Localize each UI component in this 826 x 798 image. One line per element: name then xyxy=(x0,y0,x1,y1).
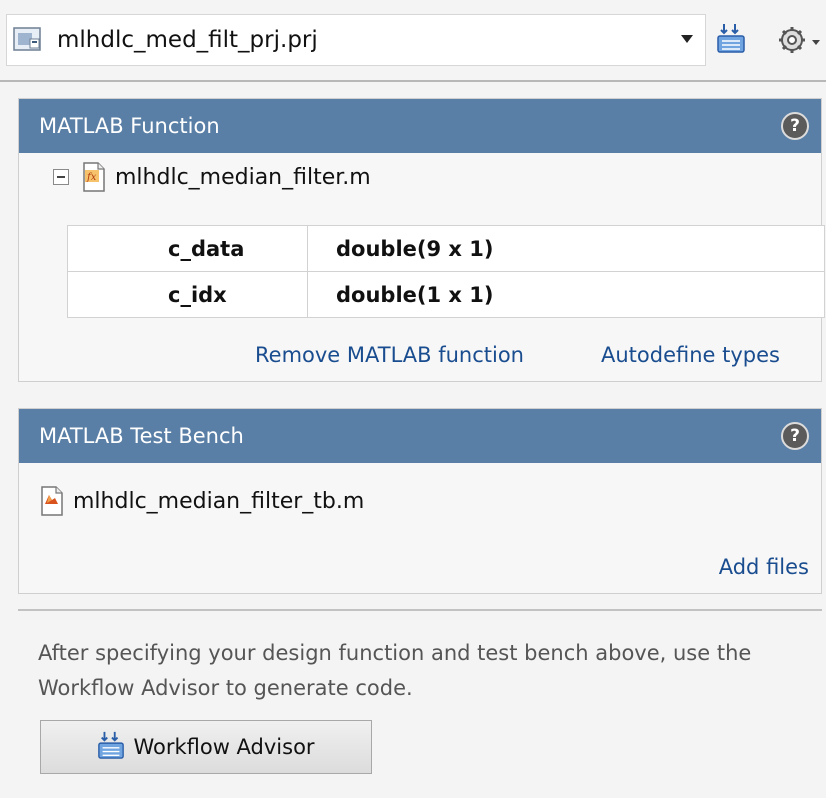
workflow-advisor-toolbar-button[interactable] xyxy=(714,22,748,58)
input-type[interactable]: double(9 x 1) xyxy=(307,225,825,272)
table-row[interactable]: c_idx double(1 x 1) xyxy=(67,271,825,318)
chevron-down-icon[interactable] xyxy=(681,35,693,43)
matlab-function-panel: MATLAB Function ? fx mlhdlc_median_filte… xyxy=(18,98,825,382)
svg-text:fx: fx xyxy=(86,172,97,183)
workflow-advisor-icon xyxy=(716,22,746,58)
divider xyxy=(0,80,826,82)
panel-title: MATLAB Test Bench xyxy=(39,424,244,448)
help-icon[interactable]: ? xyxy=(781,422,809,450)
help-icon[interactable]: ? xyxy=(781,112,809,140)
input-name: c_idx xyxy=(67,271,308,318)
panel-header: MATLAB Function ? xyxy=(19,99,821,153)
collapse-toggle-icon[interactable] xyxy=(53,169,69,185)
matlab-script-file-icon xyxy=(39,486,65,516)
function-file-name: mlhdlc_median_filter.m xyxy=(115,164,371,190)
project-toolbar: mlhdlc_med_filt_prj.prj xyxy=(0,0,826,82)
input-type[interactable]: double(1 x 1) xyxy=(307,271,825,318)
table-row[interactable]: c_data double(9 x 1) xyxy=(67,225,825,272)
panel-title: MATLAB Function xyxy=(39,114,220,138)
add-files-link[interactable]: Add files xyxy=(719,555,809,579)
divider xyxy=(18,609,822,611)
function-file-row[interactable]: fx mlhdlc_median_filter.m xyxy=(19,153,821,201)
workflow-hint-text: After specifying your design function an… xyxy=(38,641,752,700)
test-bench-file-row[interactable]: mlhdlc_median_filter_tb.m xyxy=(19,477,821,525)
chevron-down-icon xyxy=(812,40,820,45)
project-selector[interactable]: mlhdlc_med_filt_prj.prj xyxy=(6,14,706,66)
project-file-icon xyxy=(11,24,45,56)
panel-header: MATLAB Test Bench ? xyxy=(19,409,821,463)
remove-matlab-function-link[interactable]: Remove MATLAB function xyxy=(255,343,524,367)
workflow-advisor-icon xyxy=(97,730,125,764)
workflow-advisor-button[interactable]: Workflow Advisor xyxy=(40,720,372,774)
matlab-function-file-icon: fx xyxy=(81,162,107,192)
settings-button[interactable] xyxy=(774,22,822,58)
autodefine-types-link[interactable]: Autodefine types xyxy=(601,343,780,367)
project-file-name: mlhdlc_med_filt_prj.prj xyxy=(57,27,318,53)
workflow-advisor-label: Workflow Advisor xyxy=(133,735,315,759)
input-types-table: c_data double(9 x 1) c_idx double(1 x 1) xyxy=(67,225,825,318)
matlab-test-bench-panel: MATLAB Test Bench ? mlhdlc_median_filter… xyxy=(18,408,822,594)
gear-icon xyxy=(778,26,806,58)
test-bench-file-name: mlhdlc_median_filter_tb.m xyxy=(73,488,365,514)
input-name: c_data xyxy=(67,225,308,272)
